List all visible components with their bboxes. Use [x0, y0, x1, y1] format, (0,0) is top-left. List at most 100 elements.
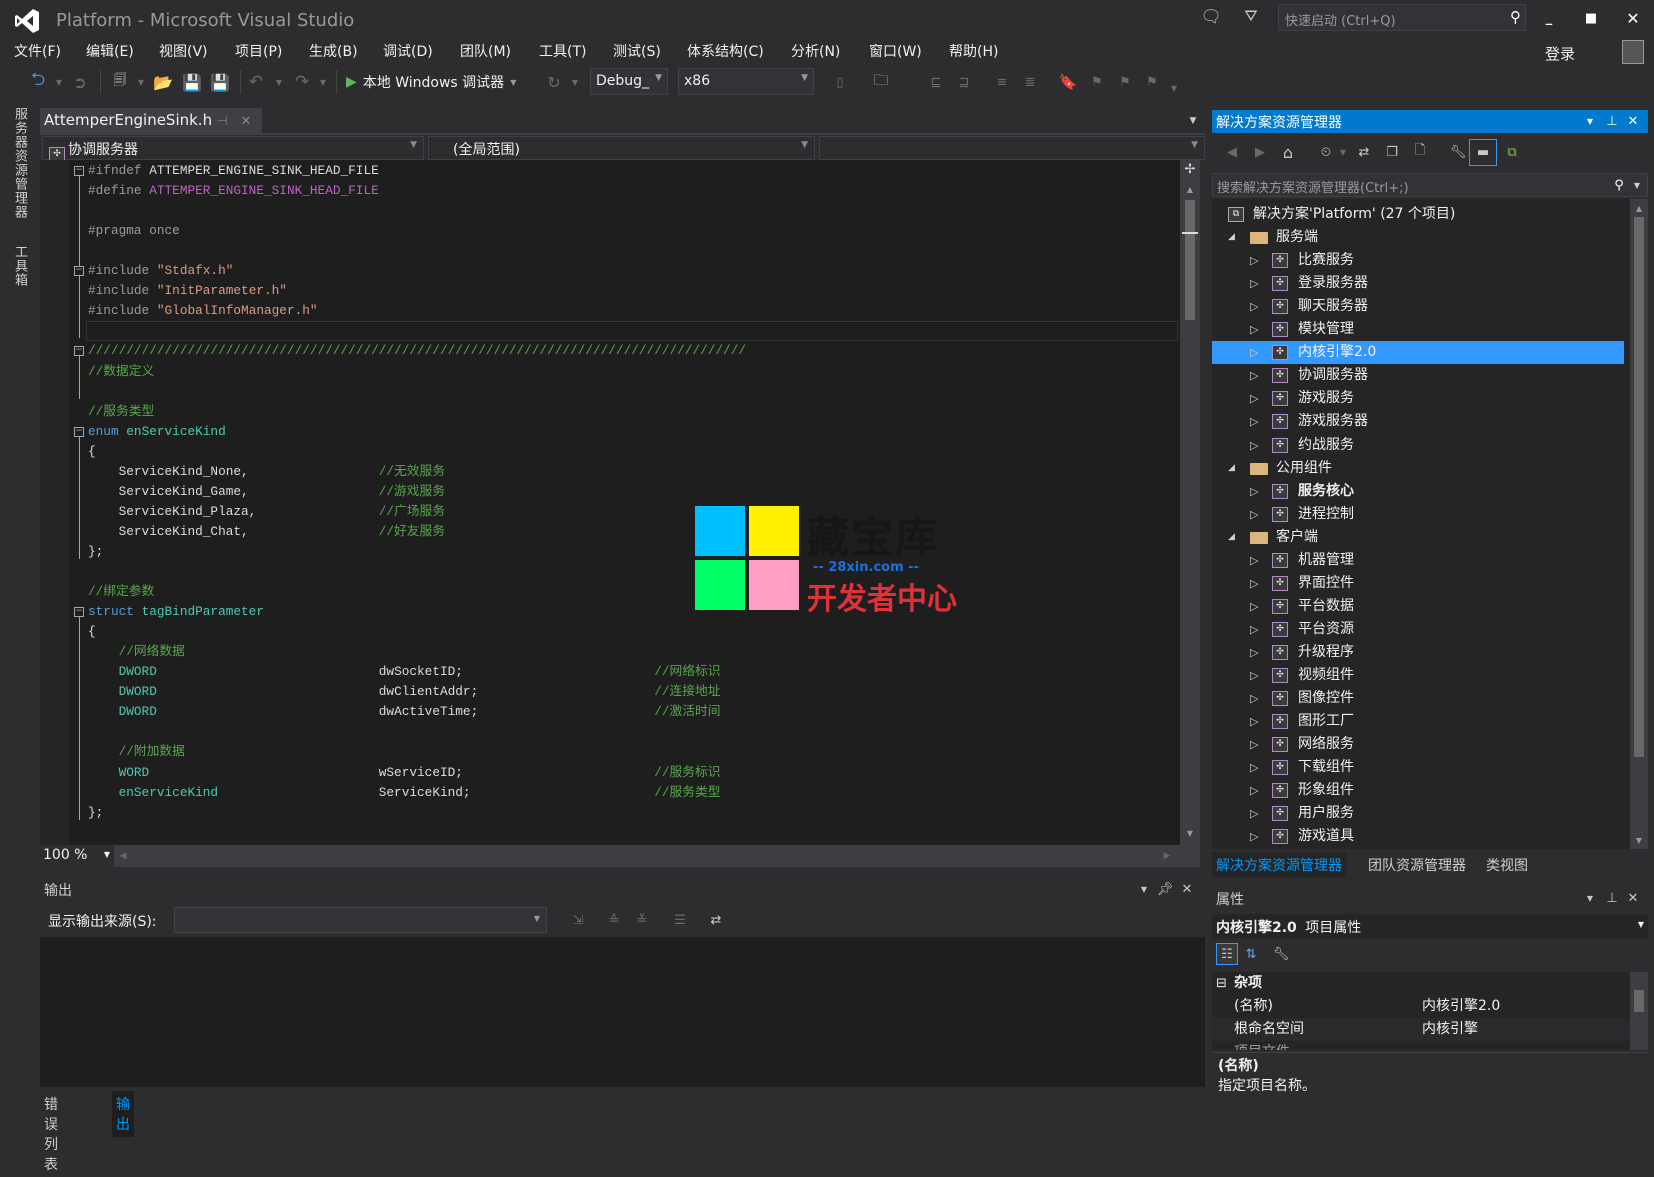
collapse-all-icon[interactable]: ❐ — [1382, 142, 1402, 162]
tree-item[interactable]: ▷✣网络服务 — [1212, 733, 1624, 756]
se-pin-icon[interactable]: ⊥ — [1605, 113, 1619, 129]
back-icon[interactable]: ⮌ — [28, 72, 48, 92]
collapse-arrow-icon[interactable]: ◢ — [1228, 457, 1235, 480]
expand-arrow-icon[interactable]: ▷ — [1250, 595, 1258, 618]
toolbar-overflow-icon[interactable]: ▼ — [1168, 78, 1180, 98]
feedback-icon[interactable]: 🗨 — [1200, 6, 1222, 28]
redo-icon[interactable]: ↷ — [292, 72, 312, 92]
tab-error-list[interactable]: 错误列表 — [40, 1091, 62, 1177]
props-pin-icon[interactable]: ⊥ — [1605, 890, 1619, 906]
property-row[interactable]: 根命名空间 内核引擎 — [1212, 1018, 1630, 1041]
debugger-dropdown-icon[interactable]: ▼ — [510, 78, 516, 87]
tab-class-view[interactable]: 类视图 — [1482, 852, 1532, 878]
scroll-right-icon[interactable]: ▶ — [1162, 849, 1172, 863]
collapse-icon[interactable]: ⊟ — [1216, 972, 1227, 995]
menu-item[interactable]: 测试(S) — [613, 41, 661, 61]
tree-item[interactable]: ▷✣机器管理 — [1212, 549, 1624, 572]
code-line[interactable]: #include "Stdafx.h" — [88, 261, 233, 281]
scroll-thumb[interactable] — [1185, 200, 1195, 320]
fold-toggle-icon[interactable]: − — [74, 346, 84, 356]
tree-item[interactable]: ▷✣图形工厂 — [1212, 710, 1624, 733]
pending-changes-icon[interactable]: ⏲ — [1316, 142, 1336, 162]
code-line[interactable]: //服务类型 — [88, 402, 154, 422]
expand-arrow-icon[interactable]: ▷ — [1250, 779, 1258, 802]
home-icon[interactable]: ⌂ — [1278, 142, 1298, 162]
code-line[interactable]: ////////////////////////////////////////… — [88, 341, 746, 361]
start-debugging-button[interactable]: ▶ 本地 Windows 调试器 ▼ — [346, 70, 516, 94]
se-menu-icon[interactable]: ▼ — [1584, 114, 1596, 128]
property-grid-scrollbar[interactable] — [1630, 972, 1648, 1050]
attach-icon[interactable]: ▯ — [830, 72, 850, 92]
menu-item[interactable]: 分析(N) — [791, 41, 840, 61]
clear-all-icon[interactable]: ☰ — [670, 910, 690, 930]
expand-arrow-icon[interactable]: ▷ — [1250, 295, 1258, 318]
expand-arrow-icon[interactable]: ▷ — [1250, 503, 1258, 526]
expand-arrow-icon[interactable]: ▷ — [1250, 664, 1258, 687]
comment-icon[interactable]: ≡ — [992, 72, 1012, 92]
save-all-icon[interactable]: 💾 — [210, 72, 230, 92]
output-pin-icon[interactable]: 📌︎ — [1158, 881, 1172, 897]
bookmark-icon[interactable]: 🔖 — [1058, 72, 1078, 92]
categorized-icon[interactable]: ☷ — [1216, 943, 1238, 965]
expand-arrow-icon[interactable]: ▷ — [1250, 318, 1258, 341]
fold-toggle-icon[interactable]: − — [74, 607, 84, 617]
code-line[interactable]: WORD wServiceID; //服务标识 — [88, 763, 721, 783]
refresh-dropdown-icon[interactable]: ▼ — [570, 72, 580, 92]
property-value[interactable]: 内核引擎2.0 — [1422, 995, 1500, 1018]
tree-item[interactable]: ▷✣界面控件 — [1212, 572, 1624, 595]
code-line[interactable]: enServiceKind ServiceKind; //服务类型 — [88, 783, 721, 803]
next-message-icon[interactable]: ≚ — [632, 910, 652, 930]
menu-item[interactable]: 生成(B) — [309, 41, 358, 61]
property-pages-icon[interactable]: 🔧︎ — [1270, 943, 1292, 965]
configuration-select[interactable]: Debug_▼ — [590, 68, 668, 95]
pin-icon[interactable]: ⊣ — [214, 112, 230, 130]
code-line[interactable]: ServiceKind_Plaza, //广场服务 — [88, 502, 445, 522]
code-line[interactable]: enum enServiceKind — [88, 422, 226, 442]
refresh-icon[interactable]: ↻ — [544, 72, 564, 92]
preview-selected-icon[interactable]: ▬ — [1469, 139, 1497, 166]
tree-item[interactable]: ▷✣登录服务器 — [1212, 272, 1624, 295]
tree-item[interactable]: ▷✣形象组件 — [1212, 779, 1624, 802]
expand-arrow-icon[interactable]: ▷ — [1250, 364, 1258, 387]
align-icon[interactable]: ⊒ — [954, 72, 974, 92]
tab-team-explorer[interactable]: 团队资源管理器 — [1364, 852, 1470, 878]
pending-dropdown-icon[interactable]: ▼ — [1338, 144, 1348, 160]
tree-item[interactable]: ▷✣服务核心 — [1212, 480, 1624, 503]
split-handle-icon[interactable]: ✢ — [1183, 162, 1197, 176]
menu-item[interactable]: 调试(D) — [383, 41, 433, 61]
expand-arrow-icon[interactable]: ▷ — [1250, 434, 1258, 457]
show-all-files-icon[interactable]: 🗋 — [1410, 142, 1430, 162]
output-menu-icon[interactable]: ▼ — [1138, 882, 1150, 896]
fold-toggle-icon[interactable]: − — [74, 166, 84, 176]
undo-dropdown-icon[interactable]: ▼ — [274, 72, 284, 92]
tree-item[interactable]: ▷✣视频组件 — [1212, 664, 1624, 687]
tree-item[interactable]: ▷✣协调服务器 — [1212, 364, 1624, 387]
clear-bookmarks-icon[interactable]: ⚑ — [1142, 72, 1162, 92]
prev-bookmark-icon[interactable]: ⚑ — [1087, 72, 1107, 92]
code-line[interactable]: //数据定义 — [88, 362, 154, 382]
tree-scroll-down-icon[interactable]: ▼ — [1633, 835, 1645, 845]
code-line[interactable]: }; — [88, 803, 103, 823]
side-tab-server-explorer[interactable]: 服务器资源管理器 — [10, 107, 29, 219]
code-line[interactable]: //绑定参数 — [88, 582, 154, 602]
prop-scroll-thumb[interactable] — [1634, 990, 1644, 1012]
expand-arrow-icon[interactable]: ▷ — [1250, 825, 1258, 848]
expand-arrow-icon[interactable]: ▷ — [1250, 802, 1258, 825]
tree-item[interactable]: ⧉解决方案'Platform' (27 个项目) — [1212, 203, 1624, 226]
tree-item[interactable]: ◢服务端 — [1212, 226, 1624, 249]
code-line[interactable]: #pragma once — [88, 221, 180, 241]
code-line[interactable]: //网络数据 — [88, 642, 185, 662]
se-back-icon[interactable]: ◀ — [1222, 142, 1242, 162]
close-button[interactable]: ✕ — [1622, 6, 1644, 30]
tree-item[interactable]: ▷✣约战服务 — [1212, 434, 1624, 457]
fold-toggle-icon[interactable]: − — [74, 266, 84, 276]
new-project-icon[interactable]: 🗐 — [110, 72, 130, 92]
scroll-up-icon[interactable]: ▲ — [1183, 184, 1197, 194]
property-row[interactable]: (名称) 内核引擎2.0 — [1212, 995, 1630, 1018]
alphabetical-icon[interactable]: ⇅ — [1240, 943, 1262, 965]
side-tab-toolbox[interactable]: 工具箱 — [10, 245, 29, 287]
expand-arrow-icon[interactable]: ▷ — [1250, 410, 1258, 433]
tree-item[interactable]: ▷✣平台资源 — [1212, 618, 1624, 641]
expand-arrow-icon[interactable]: ▷ — [1250, 387, 1258, 410]
code-line[interactable]: DWORD dwActiveTime; //激活时间 — [88, 702, 721, 722]
